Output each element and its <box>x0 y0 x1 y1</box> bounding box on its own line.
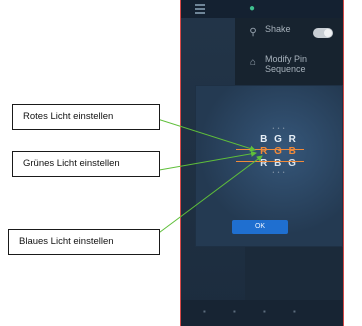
callout-red-light: Rotes Licht einstellen <box>12 104 160 130</box>
arrow-green <box>147 150 257 173</box>
callout-blue-light: Blaues Licht einstellen <box>8 229 160 255</box>
callout-green-light: Grünes Licht einstellen <box>12 151 160 177</box>
arrow-red <box>147 115 256 152</box>
